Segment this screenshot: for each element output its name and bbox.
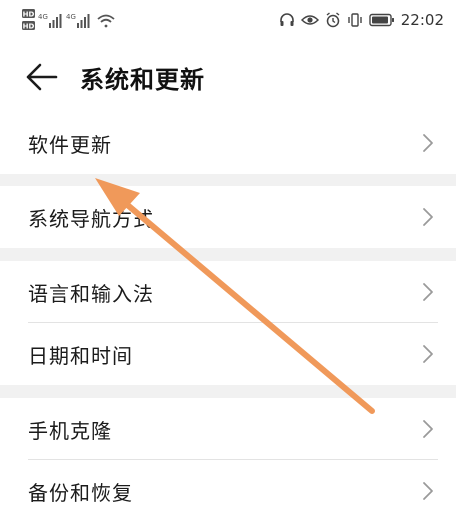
settings-group-3: 语言和输入法 日期和时间 xyxy=(0,261,456,385)
menu-item-label: 软件更新 xyxy=(28,133,112,157)
settings-group-4: 手机克隆 备份和恢复 xyxy=(0,398,456,522)
chevron-right-icon xyxy=(423,482,433,500)
status-bar: HD HD 4G 4G 22:02 xyxy=(0,0,456,40)
vibrate-icon xyxy=(348,13,362,27)
page-header: 系统和更新 xyxy=(0,40,456,112)
page-title: 系统和更新 xyxy=(80,66,205,94)
chevron-right-icon xyxy=(423,134,433,152)
net2-label: 4G xyxy=(66,13,76,21)
menu-item-date-time[interactable]: 日期和时间 xyxy=(0,323,456,385)
battery-icon xyxy=(369,13,394,27)
signal-bars-1-icon xyxy=(49,14,62,28)
signal-bars-2-icon xyxy=(77,14,90,28)
settings-group-1: 软件更新 xyxy=(0,112,456,174)
wifi-icon xyxy=(97,14,115,28)
menu-item-navigation-mode[interactable]: 系统导航方式 xyxy=(0,186,456,248)
menu-item-label: 手机克隆 xyxy=(28,419,112,443)
clock-time: 22:02 xyxy=(400,11,444,29)
status-right: 22:02 xyxy=(279,10,444,30)
alarm-icon xyxy=(326,12,340,28)
chevron-right-icon xyxy=(423,283,433,301)
net1-label: 4G xyxy=(38,13,48,21)
back-arrow-icon[interactable] xyxy=(24,62,58,92)
settings-group-2: 系统导航方式 xyxy=(0,186,456,248)
menu-item-label: 系统导航方式 xyxy=(28,207,154,231)
chevron-right-icon xyxy=(423,345,433,363)
menu-item-phone-clone[interactable]: 手机克隆 xyxy=(0,398,456,460)
menu-item-label: 备份和恢复 xyxy=(28,481,133,505)
menu-item-label: 语言和输入法 xyxy=(28,282,154,306)
menu-item-backup-restore[interactable]: 备份和恢复 xyxy=(0,460,456,522)
menu-item-label: 日期和时间 xyxy=(28,344,133,368)
chevron-right-icon xyxy=(423,420,433,438)
eye-icon xyxy=(300,15,319,25)
signal-icons: HD HD 4G 4G xyxy=(22,9,115,31)
headphones-icon xyxy=(279,13,294,26)
chevron-right-icon xyxy=(423,208,433,226)
menu-item-language-input[interactable]: 语言和输入法 xyxy=(0,261,456,323)
menu-item-software-update[interactable]: 软件更新 xyxy=(0,112,456,174)
sim1-badge: HD xyxy=(23,11,35,19)
sim2-badge: HD xyxy=(23,23,35,31)
